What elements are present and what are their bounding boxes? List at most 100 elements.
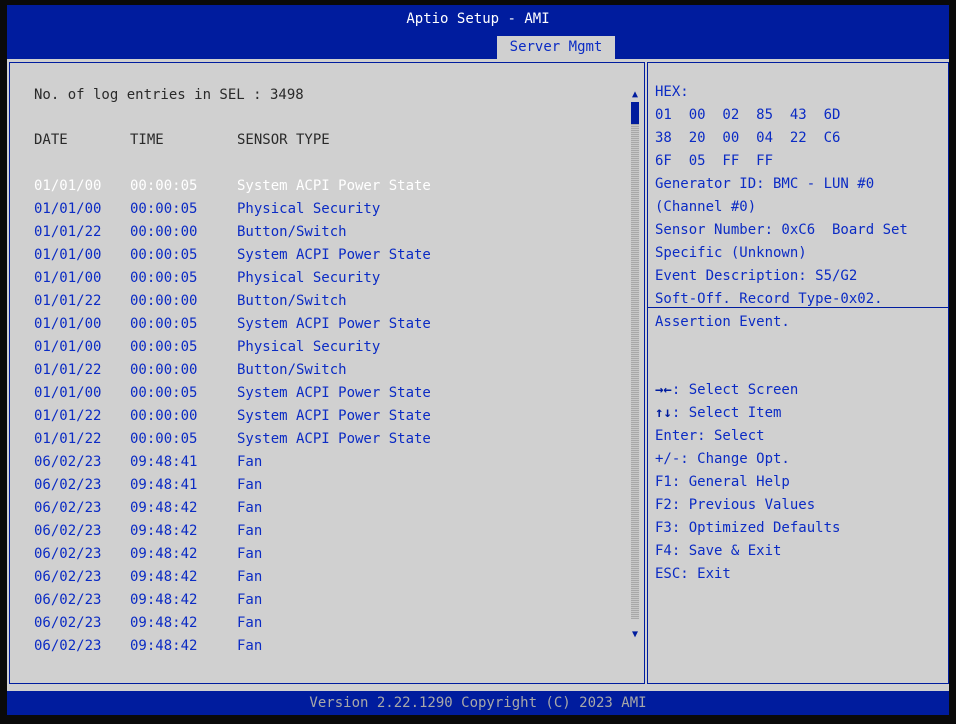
sel-entry-sensor: Fan [237, 546, 263, 562]
sel-entry-time: 00:00:05 [130, 201, 198, 217]
sel-entry-time: 09:48:42 [130, 546, 198, 562]
sel-entry-date: 01/01/00 [34, 385, 102, 401]
column-header-date: DATE [34, 132, 68, 148]
sel-entry-time: 00:00:05 [130, 270, 198, 286]
sel-entry-date: 01/01/22 [34, 362, 102, 378]
help-line: ↑↓: Select Item [655, 404, 781, 422]
help-line: F1: General Help [655, 473, 790, 491]
sel-entry-sensor: Button/Switch [237, 293, 347, 309]
sel-entry-time: 09:48:42 [130, 569, 198, 585]
sel-entry-time: 09:48:42 [130, 523, 198, 539]
tab-server-mgmt[interactable]: Server Mgmt [497, 36, 615, 59]
event-detail-line: 38 20 00 04 22 C6 [655, 130, 841, 146]
help-text: ESC: Exit [655, 566, 731, 582]
sel-entry-sensor: Fan [237, 569, 263, 585]
sel-entry-date: 01/01/00 [34, 178, 102, 194]
sel-entry-sensor: System ACPI Power State [237, 385, 431, 401]
help-text: Enter: Select [655, 428, 765, 444]
sel-entry-date: 01/01/22 [34, 293, 102, 309]
sel-entry-sensor: Fan [237, 615, 263, 631]
help-text: F3: Optimized Defaults [655, 520, 841, 536]
sel-entry-date: 01/01/22 [34, 224, 102, 240]
sel-entry-date: 01/01/00 [34, 201, 102, 217]
entries-count-label: No. of log entries in SEL : 3498 [34, 87, 304, 103]
sel-entry-sensor: Fan [237, 638, 263, 654]
sel-entry-time: 09:48:42 [130, 615, 198, 631]
event-detail-line: 6F 05 FF FF [655, 153, 774, 169]
sel-entry-date: 01/01/00 [34, 316, 102, 332]
sel-entry-time: 00:00:00 [130, 293, 198, 309]
bios-screen: Aptio Setup - AMI Server Mgmt No. of log… [7, 5, 949, 715]
help-line: F4: Save & Exit [655, 542, 781, 560]
sel-entry-time: 00:00:00 [130, 362, 198, 378]
help-text: F4: Save & Exit [655, 543, 782, 559]
title-bar: Aptio Setup - AMI Server Mgmt [7, 5, 949, 59]
sel-entry-sensor: System ACPI Power State [237, 316, 431, 332]
event-detail-line: 01 00 02 85 43 6D [655, 107, 841, 123]
scrollbar-thumb[interactable] [631, 102, 639, 124]
help-text: : Select Screen [671, 382, 799, 398]
sel-entry-date: 06/02/23 [34, 569, 102, 585]
sel-entry-time: 00:00:05 [130, 431, 198, 447]
event-detail-line: Generator ID: BMC - LUN #0 [655, 176, 875, 192]
sel-entry-time: 00:00:05 [130, 339, 198, 355]
help-text: F2: Previous Values [655, 497, 816, 513]
sel-entry-time: 00:00:00 [130, 408, 198, 424]
event-detail-line: Event Description: S5/G2 [655, 268, 858, 284]
app-title: Aptio Setup - AMI [406, 11, 550, 27]
sel-entry-date: 06/02/23 [34, 615, 102, 631]
version-footer: Version 2.22.1290 Copyright (C) 2023 AMI [7, 691, 949, 715]
sel-entry-date: 01/01/00 [34, 247, 102, 263]
scroll-up-arrow-icon[interactable]: ▲ [629, 89, 641, 101]
column-header-time: TIME [130, 132, 164, 148]
sel-entry-date: 01/01/22 [34, 408, 102, 424]
sel-entry-sensor: Fan [237, 500, 263, 516]
sel-entry-date: 06/02/23 [34, 546, 102, 562]
help-text: : Select Item [671, 405, 782, 421]
sel-entry-sensor: System ACPI Power State [237, 247, 431, 263]
sel-entry-time: 00:00:05 [130, 385, 198, 401]
sel-entry-sensor: Physical Security [237, 270, 381, 286]
help-key-glyph: →← [655, 382, 672, 398]
sel-entry-sensor: Fan [237, 523, 263, 539]
sel-entry-time: 00:00:05 [130, 247, 198, 263]
sel-entry-sensor: Fan [237, 477, 263, 493]
event-detail-line: Specific (Unknown) [655, 245, 807, 261]
help-text: +/-: Change Opt. [655, 451, 790, 467]
sel-entry-time: 09:48:41 [130, 454, 198, 470]
sel-entry-sensor: Button/Switch [237, 362, 347, 378]
sel-entry-time: 00:00:05 [130, 316, 198, 332]
sel-entry-sensor: System ACPI Power State [237, 178, 431, 194]
help-line: →←: Select Screen [655, 381, 798, 399]
sel-entry-time: 00:00:00 [130, 224, 198, 240]
help-line: ESC: Exit [655, 565, 731, 583]
scroll-down-arrow-icon[interactable]: ▼ [629, 629, 641, 641]
help-text: F1: General Help [655, 474, 790, 490]
sel-entry-date: 01/01/00 [34, 339, 102, 355]
sel-entry-date: 01/01/22 [34, 431, 102, 447]
sel-entry-sensor: Physical Security [237, 339, 381, 355]
event-detail-line: Assertion Event. [655, 314, 790, 330]
help-line: F2: Previous Values [655, 496, 815, 514]
column-header-sensor-type: SENSOR TYPE [237, 132, 330, 148]
help-key-glyph: ↑↓ [655, 405, 672, 421]
sel-entry-date: 06/02/23 [34, 500, 102, 516]
sel-entry-sensor: Fan [237, 454, 263, 470]
sel-entry-date: 06/02/23 [34, 454, 102, 470]
scrollbar-track[interactable] [631, 102, 639, 619]
sel-entry-sensor: Fan [237, 592, 263, 608]
event-detail-line: HEX: [655, 84, 689, 100]
sel-entry-date: 06/02/23 [34, 477, 102, 493]
help-line: +/-: Change Opt. [655, 450, 790, 468]
sel-entry-sensor: System ACPI Power State [237, 431, 431, 447]
sel-entry-date: 06/02/23 [34, 638, 102, 654]
sel-entry-sensor: System ACPI Power State [237, 408, 431, 424]
event-detail-line: Sensor Number: 0xC6 Board Set [655, 222, 908, 238]
sel-entry-date: 01/01/00 [34, 270, 102, 286]
sel-entry-time: 09:48:42 [130, 638, 198, 654]
sel-entry-date: 06/02/23 [34, 523, 102, 539]
sel-entry-time: 09:48:42 [130, 592, 198, 608]
sel-entry-time: 09:48:41 [130, 477, 198, 493]
event-detail-line: Soft-Off. Record Type-0x02. [655, 291, 883, 307]
sel-entry-sensor: Physical Security [237, 201, 381, 217]
